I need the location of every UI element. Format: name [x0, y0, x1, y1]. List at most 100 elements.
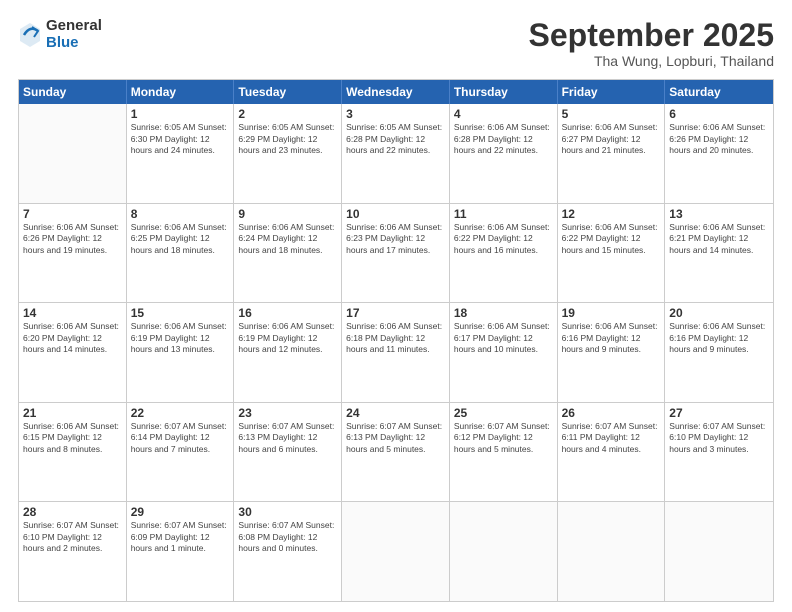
cell-text: Sunrise: 6:06 AM Sunset: 6:17 PM Dayligh…	[454, 321, 553, 355]
page: General Blue September 2025 Tha Wung, Lo…	[0, 0, 792, 612]
cell-text: Sunrise: 6:06 AM Sunset: 6:15 PM Dayligh…	[23, 421, 122, 455]
day-number: 26	[562, 406, 661, 420]
cal-cell: 4Sunrise: 6:06 AM Sunset: 6:28 PM Daylig…	[450, 104, 558, 203]
day-number: 13	[669, 207, 769, 221]
cell-text: Sunrise: 6:06 AM Sunset: 6:23 PM Dayligh…	[346, 222, 445, 256]
logo-general: General	[46, 18, 102, 35]
cell-text: Sunrise: 6:07 AM Sunset: 6:08 PM Dayligh…	[238, 520, 337, 554]
cell-text: Sunrise: 6:06 AM Sunset: 6:21 PM Dayligh…	[669, 222, 769, 256]
cal-header-cell: Tuesday	[234, 80, 342, 104]
cell-text: Sunrise: 6:06 AM Sunset: 6:18 PM Dayligh…	[346, 321, 445, 355]
day-number: 17	[346, 306, 445, 320]
cal-cell: 28Sunrise: 6:07 AM Sunset: 6:10 PM Dayli…	[19, 502, 127, 601]
day-number: 8	[131, 207, 230, 221]
month-title: September 2025	[529, 18, 774, 53]
cal-header-cell: Wednesday	[342, 80, 450, 104]
cell-text: Sunrise: 6:06 AM Sunset: 6:19 PM Dayligh…	[131, 321, 230, 355]
cell-text: Sunrise: 6:06 AM Sunset: 6:22 PM Dayligh…	[562, 222, 661, 256]
cal-cell: 27Sunrise: 6:07 AM Sunset: 6:10 PM Dayli…	[665, 403, 773, 502]
cal-cell: 29Sunrise: 6:07 AM Sunset: 6:09 PM Dayli…	[127, 502, 235, 601]
cal-cell: 3Sunrise: 6:05 AM Sunset: 6:28 PM Daylig…	[342, 104, 450, 203]
cell-text: Sunrise: 6:07 AM Sunset: 6:13 PM Dayligh…	[346, 421, 445, 455]
day-number: 16	[238, 306, 337, 320]
cal-cell	[665, 502, 773, 601]
cell-text: Sunrise: 6:06 AM Sunset: 6:22 PM Dayligh…	[454, 222, 553, 256]
day-number: 10	[346, 207, 445, 221]
cell-text: Sunrise: 6:07 AM Sunset: 6:13 PM Dayligh…	[238, 421, 337, 455]
cal-row: 7Sunrise: 6:06 AM Sunset: 6:26 PM Daylig…	[19, 203, 773, 303]
cal-cell: 13Sunrise: 6:06 AM Sunset: 6:21 PM Dayli…	[665, 204, 773, 303]
cal-cell	[19, 104, 127, 203]
logo-text: General Blue	[46, 18, 102, 51]
day-number: 24	[346, 406, 445, 420]
day-number: 15	[131, 306, 230, 320]
calendar-body: 1Sunrise: 6:05 AM Sunset: 6:30 PM Daylig…	[19, 104, 773, 601]
cal-cell: 26Sunrise: 6:07 AM Sunset: 6:11 PM Dayli…	[558, 403, 666, 502]
cal-cell: 7Sunrise: 6:06 AM Sunset: 6:26 PM Daylig…	[19, 204, 127, 303]
cal-header-cell: Monday	[127, 80, 235, 104]
cal-cell: 10Sunrise: 6:06 AM Sunset: 6:23 PM Dayli…	[342, 204, 450, 303]
day-number: 27	[669, 406, 769, 420]
cal-cell: 24Sunrise: 6:07 AM Sunset: 6:13 PM Dayli…	[342, 403, 450, 502]
cal-header-cell: Saturday	[665, 80, 773, 104]
day-number: 3	[346, 107, 445, 121]
cal-cell: 15Sunrise: 6:06 AM Sunset: 6:19 PM Dayli…	[127, 303, 235, 402]
cal-header-cell: Sunday	[19, 80, 127, 104]
cal-cell: 14Sunrise: 6:06 AM Sunset: 6:20 PM Dayli…	[19, 303, 127, 402]
logo-icon	[18, 21, 42, 49]
location: Tha Wung, Lopburi, Thailand	[529, 53, 774, 69]
cal-cell	[342, 502, 450, 601]
cell-text: Sunrise: 6:07 AM Sunset: 6:12 PM Dayligh…	[454, 421, 553, 455]
day-number: 23	[238, 406, 337, 420]
cal-row: 21Sunrise: 6:06 AM Sunset: 6:15 PM Dayli…	[19, 402, 773, 502]
cal-cell: 5Sunrise: 6:06 AM Sunset: 6:27 PM Daylig…	[558, 104, 666, 203]
cell-text: Sunrise: 6:05 AM Sunset: 6:29 PM Dayligh…	[238, 122, 337, 156]
cal-cell: 22Sunrise: 6:07 AM Sunset: 6:14 PM Dayli…	[127, 403, 235, 502]
day-number: 6	[669, 107, 769, 121]
cal-cell: 12Sunrise: 6:06 AM Sunset: 6:22 PM Dayli…	[558, 204, 666, 303]
cal-cell: 8Sunrise: 6:06 AM Sunset: 6:25 PM Daylig…	[127, 204, 235, 303]
day-number: 21	[23, 406, 122, 420]
day-number: 11	[454, 207, 553, 221]
cal-row: 28Sunrise: 6:07 AM Sunset: 6:10 PM Dayli…	[19, 501, 773, 601]
cal-row: 14Sunrise: 6:06 AM Sunset: 6:20 PM Dayli…	[19, 302, 773, 402]
day-number: 22	[131, 406, 230, 420]
day-number: 20	[669, 306, 769, 320]
cell-text: Sunrise: 6:06 AM Sunset: 6:20 PM Dayligh…	[23, 321, 122, 355]
header: General Blue September 2025 Tha Wung, Lo…	[18, 18, 774, 69]
cal-cell: 20Sunrise: 6:06 AM Sunset: 6:16 PM Dayli…	[665, 303, 773, 402]
cal-cell	[450, 502, 558, 601]
day-number: 12	[562, 207, 661, 221]
cell-text: Sunrise: 6:06 AM Sunset: 6:28 PM Dayligh…	[454, 122, 553, 156]
cal-header-cell: Thursday	[450, 80, 558, 104]
cell-text: Sunrise: 6:07 AM Sunset: 6:11 PM Dayligh…	[562, 421, 661, 455]
day-number: 14	[23, 306, 122, 320]
cal-cell: 23Sunrise: 6:07 AM Sunset: 6:13 PM Dayli…	[234, 403, 342, 502]
day-number: 28	[23, 505, 122, 519]
cell-text: Sunrise: 6:06 AM Sunset: 6:16 PM Dayligh…	[669, 321, 769, 355]
cal-cell: 18Sunrise: 6:06 AM Sunset: 6:17 PM Dayli…	[450, 303, 558, 402]
logo-blue: Blue	[46, 35, 102, 52]
day-number: 7	[23, 207, 122, 221]
day-number: 9	[238, 207, 337, 221]
cell-text: Sunrise: 6:06 AM Sunset: 6:19 PM Dayligh…	[238, 321, 337, 355]
cal-cell: 19Sunrise: 6:06 AM Sunset: 6:16 PM Dayli…	[558, 303, 666, 402]
cal-row: 1Sunrise: 6:05 AM Sunset: 6:30 PM Daylig…	[19, 104, 773, 203]
cell-text: Sunrise: 6:06 AM Sunset: 6:25 PM Dayligh…	[131, 222, 230, 256]
calendar: SundayMondayTuesdayWednesdayThursdayFrid…	[18, 79, 774, 602]
cal-cell: 1Sunrise: 6:05 AM Sunset: 6:30 PM Daylig…	[127, 104, 235, 203]
calendar-header: SundayMondayTuesdayWednesdayThursdayFrid…	[19, 80, 773, 104]
cell-text: Sunrise: 6:05 AM Sunset: 6:30 PM Dayligh…	[131, 122, 230, 156]
day-number: 30	[238, 505, 337, 519]
day-number: 19	[562, 306, 661, 320]
cal-cell: 21Sunrise: 6:06 AM Sunset: 6:15 PM Dayli…	[19, 403, 127, 502]
cell-text: Sunrise: 6:06 AM Sunset: 6:16 PM Dayligh…	[562, 321, 661, 355]
title-block: September 2025 Tha Wung, Lopburi, Thaila…	[529, 18, 774, 69]
day-number: 25	[454, 406, 553, 420]
cal-cell	[558, 502, 666, 601]
cal-cell: 9Sunrise: 6:06 AM Sunset: 6:24 PM Daylig…	[234, 204, 342, 303]
cell-text: Sunrise: 6:05 AM Sunset: 6:28 PM Dayligh…	[346, 122, 445, 156]
cal-cell: 16Sunrise: 6:06 AM Sunset: 6:19 PM Dayli…	[234, 303, 342, 402]
cal-cell: 17Sunrise: 6:06 AM Sunset: 6:18 PM Dayli…	[342, 303, 450, 402]
cal-cell: 25Sunrise: 6:07 AM Sunset: 6:12 PM Dayli…	[450, 403, 558, 502]
